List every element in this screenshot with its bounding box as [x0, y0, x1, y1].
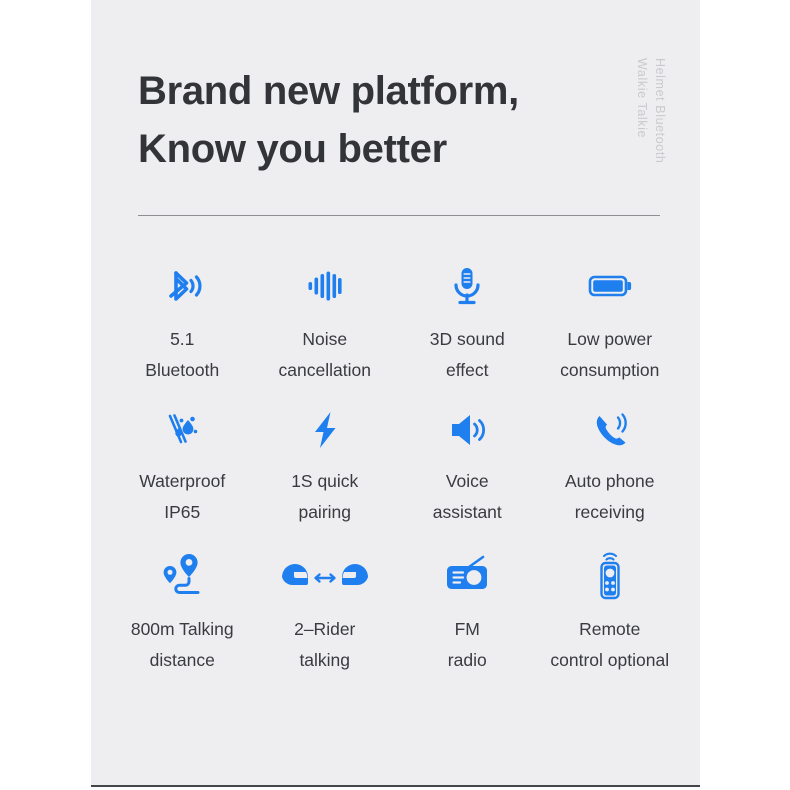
phone-call-icon: [587, 404, 633, 456]
feature-item-voice-assistant: Voice assistant: [396, 404, 539, 528]
feature-label: 3D sound effect: [430, 324, 505, 386]
radio-icon: [441, 546, 493, 604]
feature-label-line-2: talking: [299, 650, 351, 670]
map-route-icon: [156, 546, 208, 604]
feature-label: Voice assistant: [433, 466, 502, 528]
feature-item-low-power: Low power consumption: [539, 258, 682, 386]
feature-label: Low power consumption: [560, 324, 659, 386]
feature-label-line-2: radio: [447, 650, 487, 670]
feature-label: 1S quick pairing: [291, 466, 358, 528]
feature-label-line-2: distance: [149, 650, 215, 670]
feature-label: 2–Rider talking: [294, 614, 355, 676]
feature-item-talking-distance: 800m Talking distance: [111, 546, 254, 676]
speaker-icon: [444, 404, 490, 456]
feature-label-line-2: pairing: [298, 502, 352, 522]
feature-label-line-2: receiving: [574, 502, 645, 522]
header-divider: [138, 215, 660, 216]
feature-label-line-1: Waterproof: [139, 471, 226, 491]
feature-label-line-1: Low power: [567, 329, 653, 349]
feature-item-auto-phone-receiving: Auto phone receiving: [539, 404, 682, 528]
feature-label: 5.1 Bluetooth: [145, 324, 219, 386]
feature-label-line-2: cancellation: [278, 360, 371, 380]
feature-item-two-rider-talking: 2–Rider talking: [254, 546, 397, 676]
vertical-side-caption: Helmet Bluetooth Walkie Talkie: [611, 58, 691, 198]
lightning-bolt-icon: [302, 404, 348, 456]
feature-item-bluetooth: 5.1 Bluetooth: [111, 258, 254, 386]
feature-label: Waterproof IP65: [139, 466, 225, 528]
infographic-page: Brand new platform, Know you better Helm…: [0, 0, 790, 790]
bluetooth-icon: [159, 258, 205, 314]
headline-line-2: Know you better: [138, 127, 447, 171]
feature-label-line-1: 5.1: [170, 329, 195, 349]
sound-wave-icon: [302, 258, 348, 314]
feature-label-line-2: Bluetooth: [145, 360, 220, 380]
feature-label-line-1: Remote: [579, 619, 641, 639]
product-feature-card: Brand new platform, Know you better Helm…: [91, 0, 700, 787]
feature-label-line-2: effect: [445, 360, 489, 380]
feature-item-noise-cancellation: Noise cancellation: [254, 258, 397, 386]
microphone-icon: [444, 258, 490, 314]
feature-item-quick-pairing: 1S quick pairing: [254, 404, 397, 528]
two-helmets-icon: [277, 546, 373, 604]
feature-label-line-1: 800m Talking: [130, 619, 234, 639]
feature-label: Auto phone receiving: [565, 466, 655, 528]
feature-label-line-1: Voice: [445, 471, 489, 491]
feature-label-line-1: Noise: [302, 329, 348, 349]
feature-item-waterproof: Waterproof IP65: [111, 404, 254, 528]
headline-line-1: Brand new platform,: [138, 69, 519, 113]
feature-label-line-2: control optional: [550, 650, 670, 670]
feature-label-line-1: FM: [454, 619, 480, 639]
page-title: Brand new platform, Know you better: [138, 62, 608, 178]
side-caption-line-1: Helmet Bluetooth: [653, 58, 667, 164]
feature-grid: 5.1 Bluetooth Noise cancellation 3D soun…: [111, 258, 681, 676]
remote-control-icon: [590, 546, 630, 604]
feature-label: 800m Talking distance: [131, 614, 234, 676]
feature-item-fm-radio: FM radio: [396, 546, 539, 676]
feature-label-line-2: consumption: [560, 360, 660, 380]
feature-label: FM radio: [448, 614, 487, 676]
feature-item-3d-sound: 3D sound effect: [396, 258, 539, 386]
feature-label: Noise cancellation: [279, 324, 371, 386]
feature-label-line-1: Auto phone: [564, 471, 655, 491]
feature-label-line-1: 3D sound: [429, 329, 505, 349]
side-caption-line-2: Walkie Talkie: [635, 58, 649, 139]
feature-label-line-1: 2–Rider: [294, 619, 356, 639]
battery-icon: [585, 258, 635, 314]
feature-item-remote-control: Remote control optional: [539, 546, 682, 676]
feature-label-line-2: assistant: [432, 502, 502, 522]
waterproof-icon: [159, 404, 205, 456]
feature-label-line-1: 1S quick: [291, 471, 359, 491]
feature-label-line-2: IP65: [164, 502, 201, 522]
feature-label: Remote control optional: [550, 614, 669, 676]
